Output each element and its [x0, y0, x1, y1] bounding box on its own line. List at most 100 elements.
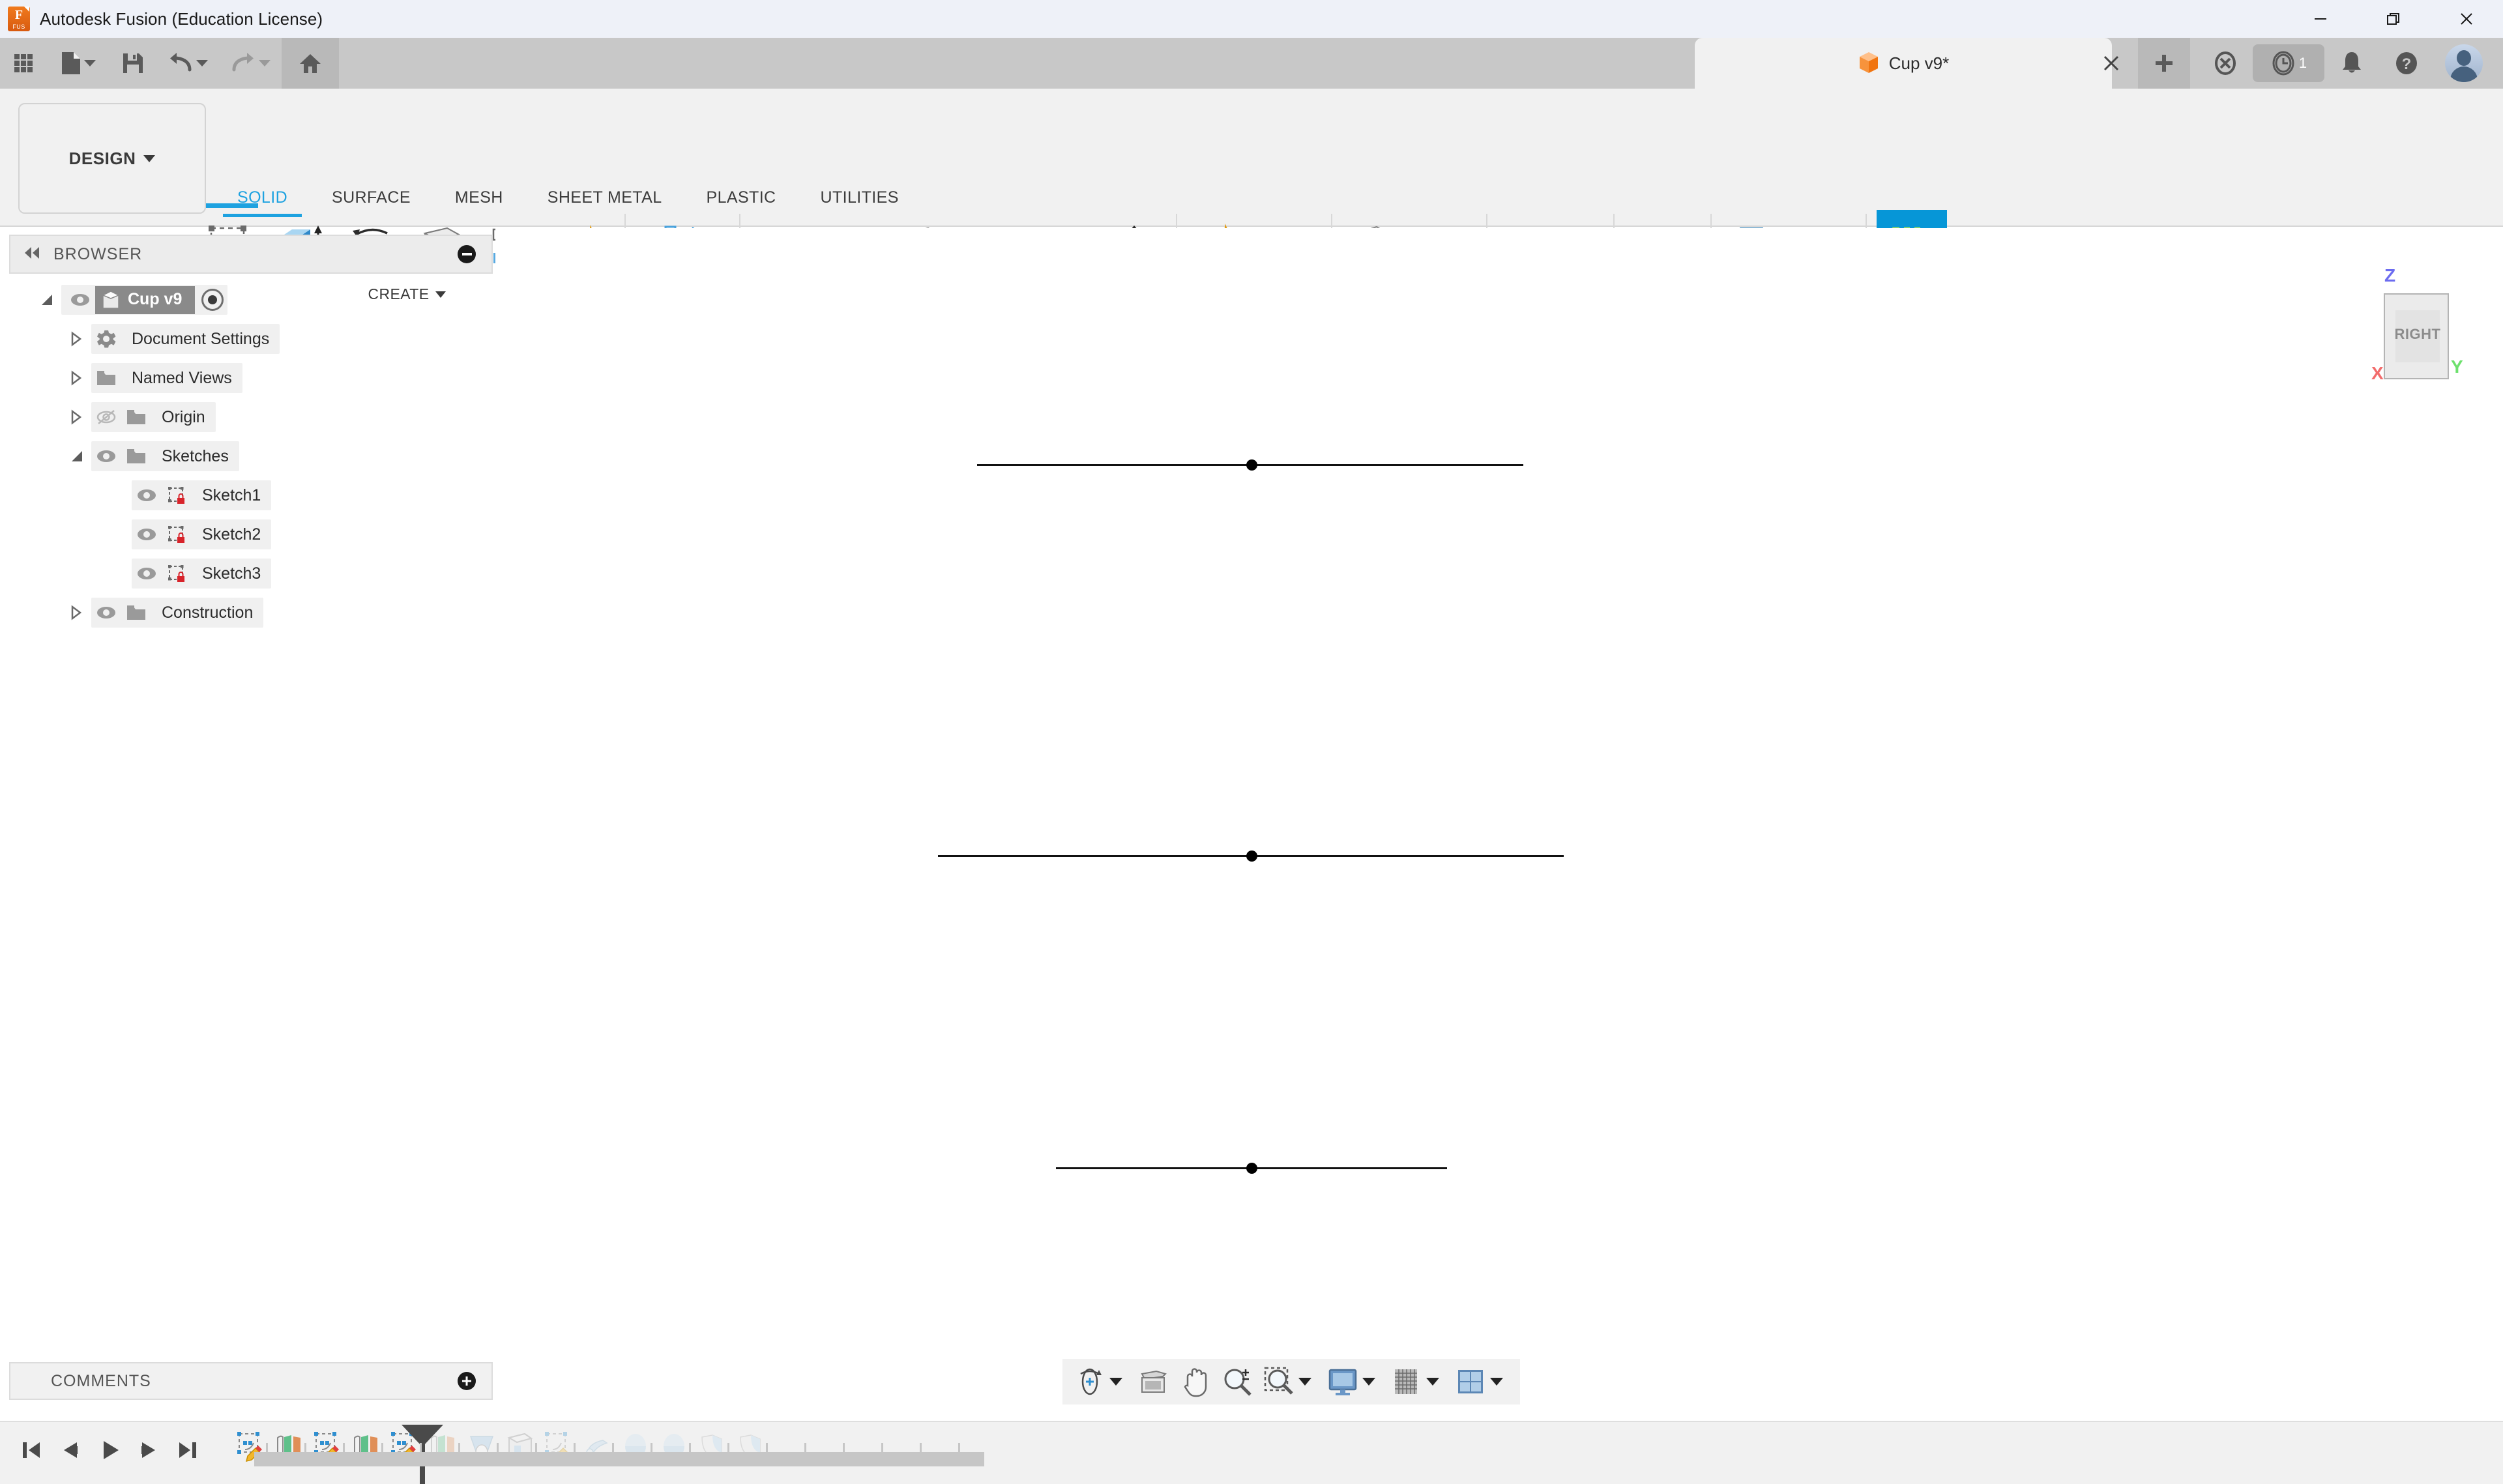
- expander-closed-icon[interactable]: [69, 370, 91, 386]
- chevron-down-icon: [196, 60, 208, 66]
- tree-item-label[interactable]: Construction: [151, 604, 263, 622]
- app-grid-button[interactable]: [0, 42, 47, 85]
- tab-solid[interactable]: SOLID: [215, 182, 310, 217]
- tree-row-origin[interactable]: Origin: [9, 398, 505, 437]
- close-button[interactable]: [2430, 0, 2503, 38]
- redo-button[interactable]: [219, 42, 282, 85]
- orbit-button[interactable]: [1069, 1361, 1133, 1403]
- timeline-track[interactable]: [254, 1443, 984, 1466]
- activate-component-radio[interactable]: [201, 289, 224, 311]
- chevron-down-icon: [143, 154, 156, 162]
- zoom-window-button[interactable]: [1258, 1361, 1322, 1403]
- tree-row-cup[interactable]: Cup v9: [9, 280, 505, 319]
- tree-item-cup[interactable]: Cup v9: [95, 285, 196, 314]
- visibility-toggle[interactable]: [91, 449, 121, 463]
- tab-mesh[interactable]: MESH: [433, 182, 525, 213]
- tree-item-label[interactable]: Sketch3: [192, 564, 271, 583]
- redo-icon: [232, 53, 254, 72]
- timeline-begin-button[interactable]: [12, 1430, 51, 1470]
- viewcube[interactable]: Z RIGHT X Y: [2347, 264, 2477, 388]
- notifications-button[interactable]: [2324, 38, 2379, 89]
- fusion-window: F FUS Autodesk Fusion (Education License…: [0, 0, 2503, 1484]
- comments-panel-header[interactable]: COMMENTS: [9, 1362, 493, 1400]
- chevron-down-icon[interactable]: [1426, 1378, 1439, 1386]
- extensions-button[interactable]: [2198, 38, 2253, 89]
- visibility-toggle[interactable]: [132, 566, 162, 581]
- tree-item-label[interactable]: Sketch2: [192, 525, 271, 544]
- sketch-locked-icon: [162, 525, 192, 544]
- document-tab[interactable]: Cup v9*: [1695, 38, 2112, 89]
- fusion-logo-icon: F FUS: [6, 5, 33, 33]
- svg-text:?: ?: [2402, 55, 2412, 73]
- visibility-toggle-hidden[interactable]: [91, 409, 121, 425]
- tree-item-label[interactable]: Sketch1: [192, 486, 271, 505]
- minus-circle-icon[interactable]: [458, 245, 476, 263]
- timeline-step-back-button[interactable]: [51, 1430, 90, 1470]
- zoom-button[interactable]: [1216, 1361, 1258, 1403]
- expander-closed-icon[interactable]: [69, 605, 91, 620]
- help-button[interactable]: ?: [2379, 38, 2434, 89]
- help-icon: ?: [2396, 52, 2417, 74]
- new-document-button[interactable]: [47, 42, 110, 85]
- chevron-down-icon[interactable]: [1109, 1378, 1122, 1386]
- visibility-toggle[interactable]: [132, 527, 162, 542]
- tab-close-button[interactable]: [2086, 38, 2137, 89]
- tree-row-sketch2[interactable]: Sketch2: [9, 515, 505, 554]
- tab-surface[interactable]: SURFACE: [310, 182, 433, 213]
- job-status-button[interactable]: 1: [2253, 44, 2324, 82]
- save-button[interactable]: [110, 42, 156, 85]
- tree-item-label[interactable]: Origin: [151, 408, 216, 427]
- restore-button[interactable]: [2357, 0, 2430, 38]
- chevron-down-icon[interactable]: [1298, 1378, 1311, 1386]
- tree-row-sketches[interactable]: Sketches: [9, 437, 505, 476]
- new-tab-button[interactable]: [2138, 38, 2190, 89]
- tree-row-named-views[interactable]: Named Views: [9, 358, 505, 398]
- expander-closed-icon[interactable]: [69, 409, 91, 425]
- visibility-toggle[interactable]: [65, 293, 95, 307]
- collapse-left-icon[interactable]: [22, 246, 42, 263]
- visibility-toggle[interactable]: [91, 605, 121, 620]
- display-settings-button[interactable]: [1322, 1361, 1386, 1403]
- workspace-selector[interactable]: DESIGN: [18, 103, 206, 214]
- tree-row-document-settings[interactable]: Document Settings: [9, 319, 505, 358]
- timeline-play-button[interactable]: [90, 1430, 129, 1470]
- tree-item-label[interactable]: Named Views: [121, 369, 242, 388]
- expander-open-icon[interactable]: [39, 292, 61, 308]
- tree-row-construction[interactable]: Construction: [9, 593, 505, 632]
- viewport-canvas[interactable]: [495, 228, 2503, 1356]
- viewcube-face[interactable]: RIGHT: [2384, 293, 2449, 379]
- account-avatar[interactable]: [2434, 38, 2494, 89]
- folder-icon: [91, 370, 121, 386]
- tab-utilities[interactable]: UTILITIES: [798, 182, 921, 213]
- ribbon: DESIGN SOLID SURFACE MESH SHEET METAL PL…: [0, 89, 2503, 302]
- expander-closed-icon[interactable]: [69, 331, 91, 347]
- browser-header: BROWSER: [9, 235, 493, 274]
- sketch-point-3[interactable]: [1246, 1163, 1257, 1174]
- expander-open-icon[interactable]: [69, 448, 91, 464]
- tree-row-sketch3[interactable]: Sketch3: [9, 554, 505, 593]
- browser-title: BROWSER: [53, 244, 143, 263]
- sketch-point-2[interactable]: [1246, 851, 1257, 862]
- visibility-toggle[interactable]: [132, 488, 162, 502]
- tree-row-sketch1[interactable]: Sketch1: [9, 476, 505, 515]
- pan-button[interactable]: [1175, 1361, 1216, 1403]
- chevron-down-icon[interactable]: [1362, 1378, 1375, 1386]
- viewports-icon: [1458, 1370, 1483, 1393]
- look-at-button[interactable]: [1133, 1361, 1175, 1403]
- grid-snaps-button[interactable]: [1386, 1361, 1450, 1403]
- tree-item-label[interactable]: Sketches: [151, 447, 239, 466]
- tab-sheet-metal[interactable]: SHEET METAL: [525, 182, 684, 213]
- viewcube-axis-y: Y: [2451, 356, 2463, 377]
- sketch-point-1[interactable]: [1246, 459, 1257, 471]
- tree-item-label[interactable]: Document Settings: [121, 330, 280, 349]
- timeline-end-button[interactable]: [168, 1430, 207, 1470]
- viewports-button[interactable]: [1450, 1361, 1514, 1403]
- minimize-button[interactable]: [2284, 0, 2357, 38]
- tab-plastic[interactable]: PLASTIC: [684, 182, 798, 213]
- chevron-down-icon[interactable]: [1490, 1378, 1503, 1386]
- timeline-step-forward-button[interactable]: [129, 1430, 168, 1470]
- home-button[interactable]: [282, 38, 339, 89]
- undo-button[interactable]: [156, 42, 219, 85]
- look-at-icon: [1141, 1370, 1167, 1393]
- plus-circle-icon[interactable]: [458, 1372, 476, 1390]
